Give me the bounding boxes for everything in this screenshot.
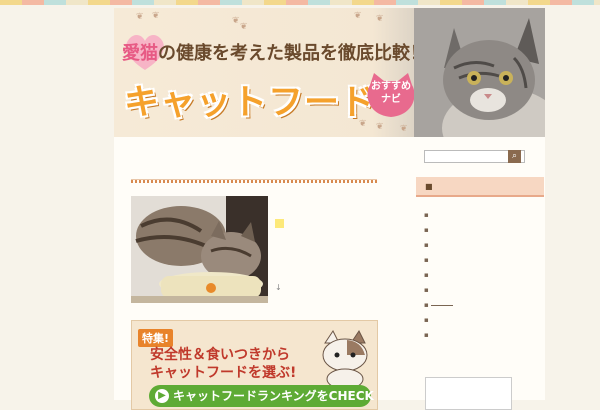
- feature-promo[interactable]: 特集! 安全性＆食いつきから キャットフードを選ぶ! ▶ キャットフードランキング…: [131, 320, 378, 410]
- tagline-text: の健康を考えた製品を徹底比較！: [158, 43, 428, 64]
- banner-tagline: 愛猫の健康を考えた製品を徹底比較！: [122, 39, 428, 65]
- list-item[interactable]: ▪: [424, 316, 453, 331]
- search-icon[interactable]: ⌕: [508, 150, 521, 163]
- page-container: ❦ ❦ ❦ ❦ ❦ ❦ ❦ ❦ ❦ 愛猫の健康を考えた製品を徹底比較！ キャットフード …: [114, 8, 545, 410]
- list-bullet: ▪: [424, 301, 429, 309]
- list-item[interactable]: ▪: [424, 286, 453, 301]
- list-item[interactable]: ▪: [424, 271, 453, 286]
- badge-label: おすすめ ナビ: [367, 80, 415, 106]
- kittens-photo[interactable]: [131, 196, 268, 303]
- sidebar-widget-box: [425, 377, 512, 410]
- category-header: ■: [416, 177, 544, 197]
- ranking-check-button[interactable]: ▶ キャットフードランキングをCHECK: [149, 385, 374, 407]
- section-divider: [131, 179, 377, 183]
- link-underline: [430, 301, 453, 306]
- list-item[interactable]: ▪: [424, 331, 453, 346]
- yellow-marker: [275, 219, 284, 228]
- list-item[interactable]: ▪: [424, 211, 453, 226]
- header-banner[interactable]: ❦ ❦ ❦ ❦ ❦ ❦ ❦ ❦ ❦ 愛猫の健康を考えた製品を徹底比較！ キャットフード …: [114, 8, 545, 137]
- arrow-right-icon: ▶: [155, 389, 169, 403]
- promo-line2: キャットフードを選ぶ!: [150, 365, 297, 381]
- tagline-highlight: 愛猫: [122, 43, 158, 64]
- badge-line1: おすすめ: [371, 81, 411, 92]
- list-item[interactable]: ▪: [424, 256, 453, 271]
- category-list: ▪ ▪ ▪ ▪ ▪ ▪ ▪ ▪ ▪: [424, 211, 453, 346]
- site-title: キャットフード: [124, 83, 377, 123]
- ranking-button-label: キャットフードランキングをCHECK: [173, 389, 374, 403]
- list-item[interactable]: ▪: [424, 301, 453, 316]
- cat-illustration-icon: [322, 330, 368, 385]
- list-item[interactable]: ▪: [424, 241, 453, 256]
- top-stripe: [0, 0, 600, 5]
- list-item[interactable]: ▪: [424, 226, 453, 241]
- small-mark: ↓: [275, 283, 282, 292]
- badge-line2: ナビ: [381, 94, 401, 105]
- folder-icon: ■: [425, 182, 433, 191]
- cat-photo: [414, 8, 545, 137]
- promo-line1: 安全性＆食いつきから: [150, 347, 290, 363]
